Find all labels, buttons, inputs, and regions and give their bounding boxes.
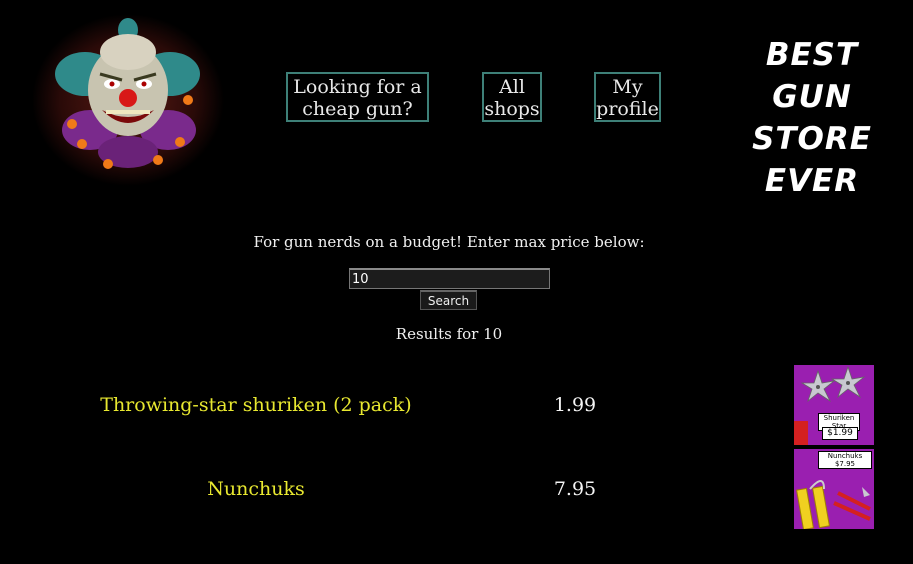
brand-title: BEST GUN STORE EVER: [712, 34, 912, 202]
product-name-link[interactable]: Nunchuks: [56, 449, 456, 529]
clown-logo-icon[interactable]: [30, 12, 226, 188]
result-row: Nunchuks 7.95 Nunchuks $7.95: [0, 449, 913, 529]
thumbnail-price-tag: $1.99: [822, 427, 858, 440]
max-price-input[interactable]: [349, 268, 550, 289]
search-intro-text: For gun nerds on a budget! Enter max pri…: [253, 233, 645, 251]
brand-line-1: BEST: [765, 37, 859, 73]
result-row: Throwing-star shuriken (2 pack) 1.99 Shu…: [0, 365, 913, 445]
product-name-link[interactable]: Throwing-star shuriken (2 pack): [56, 365, 456, 445]
search-button[interactable]: Search: [420, 290, 477, 310]
brand-line-3: EVER: [764, 163, 860, 199]
product-price: 1.99: [553, 394, 597, 416]
product-price: 7.95: [553, 478, 597, 500]
nav-cheap-gun-button[interactable]: Looking for a cheap gun?: [286, 72, 429, 122]
page: Looking for a cheap gun? All shops My pr…: [0, 0, 913, 564]
nunchuks-icon: [796, 480, 871, 529]
product-thumbnail[interactable]: Nunchuks $7.95: [794, 449, 874, 529]
nav-my-profile-button[interactable]: My profile: [594, 72, 661, 122]
product-thumbnail[interactable]: Shuriken Star $1.99: [794, 365, 874, 445]
nav-all-shops-button[interactable]: All shops: [482, 72, 542, 122]
brand-line-2: GUN STORE: [752, 79, 872, 157]
thumbnail-price-text: $1.99: [827, 428, 853, 438]
results-heading: Results for 10: [395, 325, 503, 343]
